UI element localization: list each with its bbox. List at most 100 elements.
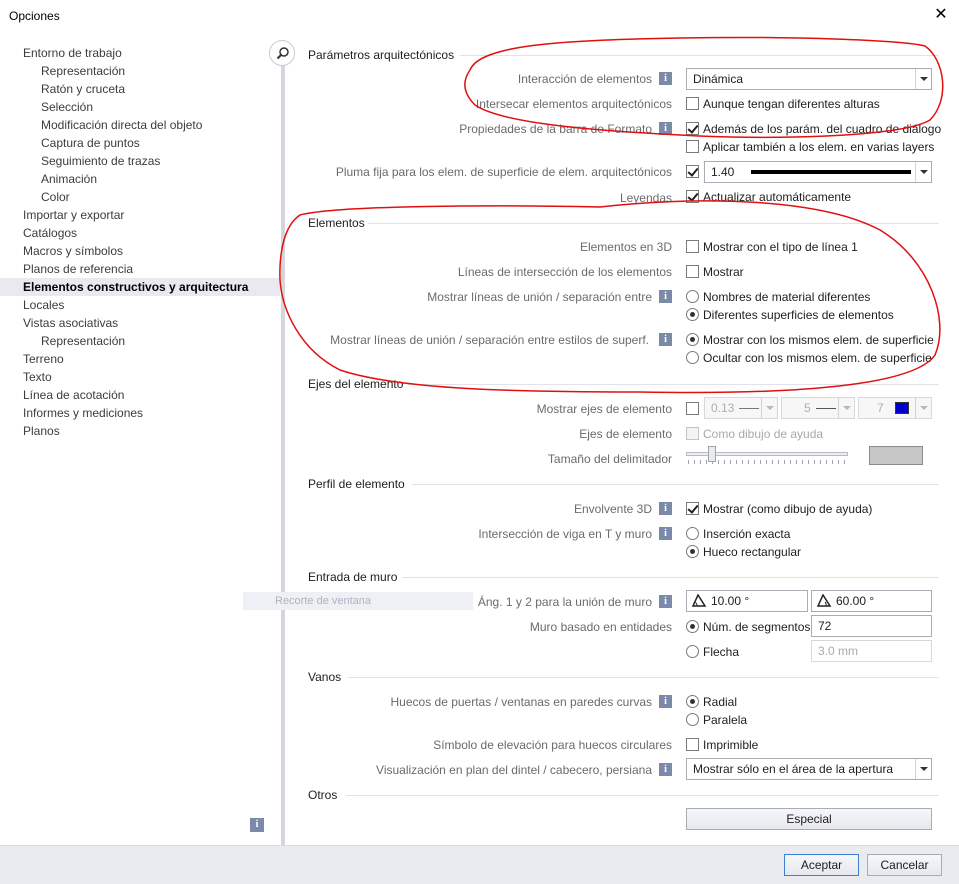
visualizacion-label: Visualización en plan del dintel / cabec… xyxy=(376,763,652,777)
dialog-footer: Aceptar Cancelar xyxy=(0,845,959,884)
chevron-down-icon xyxy=(915,398,931,418)
chevron-down-icon xyxy=(761,398,777,418)
e3d-label: Elementos en 3D xyxy=(579,240,672,254)
info-icon[interactable]: i xyxy=(250,818,264,832)
section-divider xyxy=(346,795,939,796)
info-icon[interactable]: i xyxy=(659,527,672,540)
estilos-radio-1[interactable] xyxy=(686,333,699,346)
viga-radio-2[interactable] xyxy=(686,545,699,558)
radial-radio[interactable] xyxy=(686,695,699,708)
union-radio-1[interactable] xyxy=(686,290,699,303)
estilos-option-2: Ocultar con los mismos elem. de superfic… xyxy=(703,351,932,365)
ejes-elemento-checkbox[interactable] xyxy=(686,427,699,440)
nav-item[interactable]: Catálogos xyxy=(23,224,77,242)
nav-item[interactable]: Modificación directa del objeto xyxy=(41,116,202,134)
flecha-input[interactable]: 3.0 mm xyxy=(811,640,932,662)
nav-item[interactable]: Seguimiento de trazas xyxy=(41,152,160,170)
segmentos-input[interactable]: 72 xyxy=(811,615,932,637)
segmentos-radio[interactable] xyxy=(686,620,699,633)
nav-item[interactable]: Entorno de trabajo xyxy=(23,44,122,62)
section-vanos: Vanos xyxy=(308,670,342,684)
eje-color-dropdown[interactable]: 7 xyxy=(858,397,932,419)
lineas-option: Mostrar xyxy=(703,265,744,279)
chevron-down-icon xyxy=(838,398,854,418)
section-arch: Parámetros arquitectónicos xyxy=(308,48,455,62)
viga-radio-1[interactable] xyxy=(686,527,699,540)
nav-item[interactable]: Vistas asociativas xyxy=(23,314,118,332)
slider-thumb[interactable] xyxy=(708,446,716,462)
info-icon[interactable]: i xyxy=(659,290,672,303)
close-icon[interactable]: ✕ xyxy=(931,5,951,25)
nav-item[interactable]: Terreno xyxy=(23,350,64,368)
nav-item[interactable]: Selección xyxy=(41,98,93,116)
mostrar-ejes-label: Mostrar ejes de elemento xyxy=(536,402,672,416)
cancel-button[interactable]: Cancelar xyxy=(867,854,942,876)
info-icon[interactable]: i xyxy=(659,333,672,346)
angulo-2-input[interactable]: 60.00 ° xyxy=(811,590,932,612)
leyendas-option: Actualizar automáticamente xyxy=(703,190,852,204)
scroll-track[interactable] xyxy=(281,40,285,845)
pluma-dropdown[interactable]: 1.40 xyxy=(704,161,932,183)
estilos-radio-2[interactable] xyxy=(686,351,699,364)
pen-line-preview xyxy=(739,408,759,409)
chevron-down-icon xyxy=(915,759,931,779)
nav-item[interactable]: Animación xyxy=(41,170,97,188)
barra-checkbox-2[interactable] xyxy=(686,140,699,153)
interaccion-dropdown[interactable]: Dinámica xyxy=(686,68,932,90)
info-icon[interactable]: i xyxy=(659,122,672,135)
angle-icon xyxy=(691,594,707,607)
title-bar: Opciones ✕ xyxy=(0,0,959,32)
pluma-label: Pluma fija para los elem. de superficie … xyxy=(335,165,672,179)
simbolo-checkbox[interactable] xyxy=(686,738,699,751)
union-radio-2[interactable] xyxy=(686,308,699,321)
barra-option-2: Aplicar también a los elem. en varias la… xyxy=(703,140,935,154)
nav-item[interactable]: Representación xyxy=(41,332,125,350)
e3d-checkbox[interactable] xyxy=(686,240,699,253)
nav-item[interactable]: Macros y símbolos xyxy=(23,242,123,260)
nav-item[interactable]: Color xyxy=(41,188,70,206)
nav-item[interactable]: Planos de referencia xyxy=(23,260,133,278)
nav-item[interactable]: Captura de puntos xyxy=(41,134,140,152)
search-button[interactable] xyxy=(269,40,295,66)
barra-option-1: Además de los parám. del cuadro de diálo… xyxy=(703,122,942,136)
info-icon[interactable]: i xyxy=(659,502,672,515)
leyendas-checkbox[interactable] xyxy=(686,190,699,203)
section-divider xyxy=(412,484,939,485)
info-icon[interactable]: i xyxy=(659,72,672,85)
angulo-1-input[interactable]: 10.00 ° xyxy=(686,590,808,612)
estilos-option-1: Mostrar con los mismos elem. de superfic… xyxy=(703,333,934,347)
eje-pen-dropdown[interactable]: 0.13 xyxy=(704,397,778,419)
chevron-down-icon xyxy=(915,69,931,89)
mostrar-ejes-checkbox[interactable] xyxy=(686,402,699,415)
nav-item[interactable]: Informes y mediciones xyxy=(23,404,143,422)
section-divider xyxy=(460,55,939,56)
nav-item[interactable]: Elementos constructivos y arquitectura xyxy=(0,278,280,296)
flecha-radio[interactable] xyxy=(686,645,699,658)
paralela-radio[interactable] xyxy=(686,713,699,726)
nav-item[interactable]: Línea de acotación xyxy=(23,386,124,404)
intersecar-checkbox[interactable] xyxy=(686,97,699,110)
section-divider xyxy=(368,223,939,224)
visualizacion-dropdown[interactable]: Mostrar sólo en el área de la apertura xyxy=(686,758,932,780)
nav-item[interactable]: Importar y exportar xyxy=(23,206,124,224)
accept-button[interactable]: Aceptar xyxy=(784,854,859,876)
barra-checkbox-1[interactable] xyxy=(686,122,699,135)
pluma-checkbox[interactable] xyxy=(686,165,699,178)
drag-ghost: Recorte de ventana xyxy=(243,592,473,610)
lineas-checkbox[interactable] xyxy=(686,265,699,278)
nav-item[interactable]: Planos xyxy=(23,422,60,440)
info-icon[interactable]: i xyxy=(659,763,672,776)
especial-button[interactable]: Especial xyxy=(686,808,932,830)
info-icon[interactable]: i xyxy=(659,595,672,608)
lineas-label: Líneas de intersección de los elementos xyxy=(457,265,672,279)
nav-item[interactable]: Representación xyxy=(41,62,125,80)
search-icon xyxy=(276,47,289,60)
nav-item[interactable]: Texto xyxy=(23,368,52,386)
viga-label: Intersección de viga en T y muro xyxy=(478,527,652,541)
nav-item[interactable]: Locales xyxy=(23,296,64,314)
eje-line-dropdown[interactable]: 5 xyxy=(781,397,855,419)
intersecar-label: Intersecar elementos arquitectónicos xyxy=(475,97,672,111)
nav-item[interactable]: Ratón y cruceta xyxy=(41,80,125,98)
info-icon[interactable]: i xyxy=(659,695,672,708)
envolvente-checkbox[interactable] xyxy=(686,502,699,515)
